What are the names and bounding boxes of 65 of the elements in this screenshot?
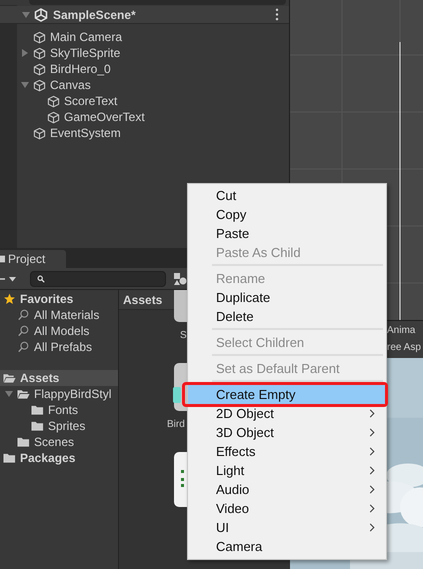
menu-item[interactable]: Camera <box>188 537 386 556</box>
project-tree-item[interactable]: Sprites <box>0 418 118 434</box>
toolbar-label[interactable]: ree Asp <box>387 342 421 354</box>
menu-item[interactable]: UI <box>188 518 386 537</box>
star-icon <box>3 293 16 305</box>
expand-arrow-icon[interactable] <box>21 49 29 57</box>
project-tab[interactable]: Project <box>0 250 66 268</box>
folder-icon <box>17 388 30 400</box>
menu-item[interactable]: Create Empty <box>188 385 385 404</box>
expand-arrow-icon[interactable] <box>22 10 30 18</box>
cube-icon <box>33 30 46 44</box>
search-icon <box>17 325 30 337</box>
unity-logo-icon <box>34 8 48 22</box>
menu-item[interactable]: Audio <box>188 480 386 499</box>
project-tree-item[interactable]: All Materials <box>0 307 118 323</box>
search-icon <box>17 309 30 321</box>
cube-icon <box>33 126 46 140</box>
project-tree-item[interactable]: Assets <box>0 370 118 386</box>
menu-item[interactable]: 3D Object <box>188 423 386 442</box>
menu-item[interactable]: Copy <box>188 205 386 224</box>
cube-icon <box>33 62 46 76</box>
project-tree-item[interactable]: Scenes <box>0 434 118 450</box>
menu-item[interactable]: Paste <box>188 224 386 243</box>
expand-arrow-icon[interactable] <box>21 81 29 89</box>
scene-header[interactable]: SampleScene* <box>0 6 289 24</box>
more-options-icon[interactable] <box>275 8 279 21</box>
cube-icon <box>33 78 46 92</box>
toolbar-label[interactable]: Anima <box>387 325 416 337</box>
folder-icon <box>31 420 44 432</box>
hierarchy-item[interactable]: SkyTileSprite <box>0 45 289 61</box>
menu-item[interactable]: Video <box>188 499 386 518</box>
project-tree-item[interactable]: Fonts <box>0 402 118 418</box>
hierarchy-item[interactable]: Main Camera <box>0 29 289 45</box>
hierarchy-item[interactable]: GameOverText <box>0 109 289 125</box>
folder-icon <box>3 452 16 464</box>
menu-item[interactable]: Cut <box>188 186 386 205</box>
menu-item[interactable]: Light <box>188 461 386 480</box>
breadcrumb[interactable]: Assets <box>123 292 162 306</box>
hierarchy-item[interactable]: BirdHero_0 <box>0 61 289 77</box>
expand-arrow-icon[interactable] <box>5 390 13 398</box>
hierarchy-item[interactable]: Canvas <box>0 77 289 93</box>
hierarchy-item[interactable]: ScoreText <box>0 93 289 109</box>
cube-icon <box>47 94 60 108</box>
folder-tab-icon <box>0 255 5 263</box>
cube-icon <box>33 46 46 60</box>
menu-item[interactable]: Delete <box>188 307 386 326</box>
asset-name: S <box>180 330 187 341</box>
project-tree-item[interactable]: All Models <box>0 323 118 339</box>
project-tree-item[interactable]: FlappyBirdStyl <box>0 386 118 402</box>
project-tree-item[interactable]: All Prefabs <box>0 339 118 355</box>
search-icon <box>37 274 45 282</box>
search-icon <box>17 341 30 353</box>
menu-item[interactable]: 2D Object <box>188 404 386 423</box>
cube-icon <box>47 110 60 124</box>
hierarchy-item[interactable]: EventSystem <box>0 125 289 141</box>
folder-icon <box>31 404 44 416</box>
asset-name: Bird <box>167 419 185 430</box>
menu-item[interactable]: Effects <box>188 442 386 461</box>
folder-icon <box>17 436 30 448</box>
menu-item[interactable]: Duplicate <box>188 288 386 307</box>
project-tree-item[interactable]: Favorites <box>0 291 118 307</box>
folder-icon <box>3 372 16 384</box>
scene-name: SampleScene* <box>53 8 136 22</box>
shapes-icon[interactable] <box>173 272 187 286</box>
project-tree-item[interactable]: Packages <box>0 450 118 466</box>
